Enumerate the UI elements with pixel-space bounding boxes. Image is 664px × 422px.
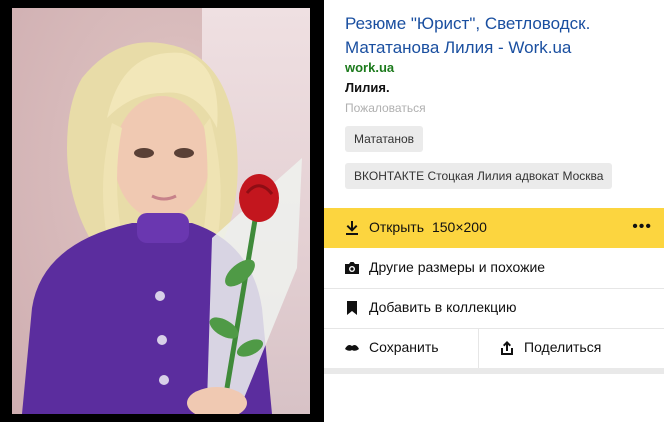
tag-mataranov[interactable]: Мататанов bbox=[345, 126, 424, 152]
save-label: Сохранить bbox=[369, 339, 439, 355]
result-snippet: Лилия. bbox=[345, 80, 390, 95]
camera-icon bbox=[345, 262, 359, 274]
similar-sizes-button[interactable]: Другие размеры и похожие bbox=[324, 248, 664, 289]
share-button[interactable]: Поделиться bbox=[478, 328, 649, 368]
save-button[interactable]: Сохранить bbox=[324, 328, 494, 368]
save-icon bbox=[345, 345, 359, 351]
open-label: Открыть bbox=[369, 219, 424, 235]
result-title-link[interactable]: Резюме "Юрист", Светловодск. Мататанова … bbox=[345, 12, 645, 60]
save-share-row: Сохранить Поделиться bbox=[324, 328, 664, 369]
details-panel: Резюме "Юрист", Светловодск. Мататанова … bbox=[324, 0, 664, 422]
more-options-icon[interactable]: ••• bbox=[632, 219, 652, 235]
open-size: 150×200 bbox=[431, 219, 487, 235]
open-button[interactable]: Открыть 150×200 ••• bbox=[324, 208, 664, 248]
collection-label: Добавить в коллекцию bbox=[369, 299, 517, 315]
add-to-collection-button[interactable]: Добавить в коллекцию bbox=[324, 288, 664, 329]
image-viewer bbox=[0, 0, 324, 422]
bookmark-icon bbox=[347, 301, 357, 315]
report-link[interactable]: Пожаловаться bbox=[345, 101, 426, 115]
tag-vkontakte[interactable]: ВКОНТАКТЕ Стоцкая Лилия адвокат Москва bbox=[345, 163, 613, 189]
preview-image[interactable] bbox=[12, 8, 310, 414]
similar-label: Другие размеры и похожие bbox=[369, 259, 546, 275]
result-domain-link[interactable]: work.ua bbox=[345, 60, 394, 75]
share-icon bbox=[501, 341, 513, 355]
share-label: Поделиться bbox=[524, 339, 602, 355]
panel-bottom-divider bbox=[324, 368, 664, 374]
portrait-illustration bbox=[22, 42, 302, 414]
download-icon bbox=[346, 221, 358, 235]
